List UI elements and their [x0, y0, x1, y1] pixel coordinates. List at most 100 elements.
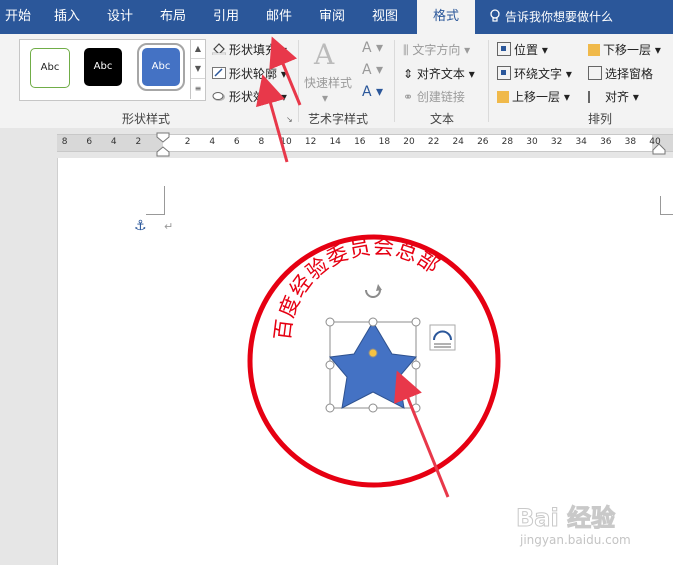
tab-review[interactable]: 审阅 — [309, 0, 355, 34]
align-button[interactable]: 对齐 ▾ — [588, 88, 639, 105]
shape-style-swatch-blue[interactable]: Abc — [137, 43, 185, 91]
watermark-logo: Bai 经验 — [515, 504, 616, 533]
shape-fill-label: 形状填充 — [229, 43, 278, 57]
align-label: 对齐 — [605, 90, 630, 104]
group-divider — [394, 40, 395, 122]
shape-effects-icon — [212, 92, 225, 101]
margin-mark-left — [146, 186, 165, 215]
text-direction-label: 文字方向 — [412, 43, 461, 57]
create-link-label: 创建链接 — [416, 90, 465, 104]
ruler-number: 6 — [233, 137, 240, 147]
shape-effects-label: 形状效果 — [229, 90, 278, 104]
selection-pane-icon — [588, 66, 602, 80]
position-label: 位置 — [514, 43, 539, 57]
ruler-number: 4 — [110, 137, 117, 147]
shape-style-gallery: Abc Abc Abc — [19, 39, 206, 101]
anchor-icon[interactable]: ⚓ — [134, 218, 147, 234]
tell-me-box[interactable]: 告诉我你想要做什么 — [489, 0, 613, 34]
tab-mailings[interactable]: 邮件 — [256, 0, 302, 34]
ribbon-format: Abc Abc Abc ▲ ▼ ≡ 形状填充 ▾ 形状轮廓 ▾ 形状效果 ▾ 形… — [0, 34, 673, 129]
send-backward-icon — [588, 44, 600, 56]
tab-view[interactable]: 视图 — [362, 0, 408, 34]
ruler-number: 18 — [378, 137, 391, 147]
tell-me-text: 告诉我你想要做什么 — [505, 10, 614, 24]
wrap-text-button[interactable]: 环绕文字 ▾ — [497, 65, 572, 82]
ruler-number: 26 — [477, 137, 489, 147]
ruler-number: 2 — [184, 137, 191, 147]
align-text-label: 对齐文本 — [416, 67, 465, 81]
right-indent-marker-icon[interactable] — [652, 142, 666, 156]
position-button[interactable]: 位置 ▾ — [497, 41, 548, 58]
tab-format[interactable]: 格式 — [417, 0, 475, 34]
link-icon: ⚭ — [403, 90, 417, 104]
ruler-number: 14 — [329, 137, 341, 147]
text-direction-button[interactable]: ⫼ 文字方向 ▾ — [403, 41, 470, 58]
ruler-number: 8 — [258, 137, 265, 147]
text-direction-icon: ⫼ — [403, 43, 413, 57]
ruler-number: 36 — [600, 137, 612, 147]
shape-style-swatch-outline[interactable]: Abc — [30, 48, 70, 88]
ruler-number: 38 — [624, 137, 637, 147]
ruler-strip[interactable]: 8 6 4 2 2 4 6 8 10 12 14 16 18 20 22 24 26 28 30 32 34 36 38 40 — [57, 134, 673, 152]
selection-pane-button[interactable]: 选择窗格 — [588, 65, 653, 82]
bring-forward-button[interactable]: 上移一层 ▾ — [497, 88, 570, 105]
gallery-down-icon[interactable]: ▼ — [191, 59, 205, 79]
shape-outline-button[interactable]: 形状轮廓 ▾ — [212, 65, 287, 82]
ruler-number: 34 — [575, 137, 587, 147]
create-link-button[interactable]: ⚭ 创建链接 — [403, 88, 465, 105]
ruler-number: 4 — [209, 137, 216, 147]
text-fill-icon[interactable]: A ▾ — [362, 40, 383, 56]
paint-bucket-icon — [212, 43, 226, 55]
gallery-up-icon[interactable]: ▲ — [191, 39, 205, 59]
horizontal-ruler: 8 6 4 2 2 4 6 8 10 12 14 16 18 20 22 24 26 28 30 32 34 36 38 40 — [0, 128, 673, 158]
watermark-url: jingyan.baidu.com — [520, 533, 631, 547]
wordart-a-icon: A — [314, 38, 335, 71]
dialog-launcher-icon[interactable]: ↘ — [286, 115, 293, 124]
shape-style-swatch-black[interactable]: Abc — [84, 48, 122, 86]
lightbulb-icon — [490, 9, 500, 22]
position-icon — [497, 42, 511, 56]
ruler-number: 28 — [501, 137, 514, 147]
tab-insert[interactable]: 插入 — [44, 0, 90, 34]
tab-layout[interactable]: 布局 — [150, 0, 196, 34]
ruler-number: 30 — [526, 137, 538, 147]
ruler-number: 22 — [427, 137, 440, 147]
ruler-number: 12 — [304, 137, 317, 147]
ruler-number: 20 — [403, 137, 415, 147]
gallery-more-icon[interactable]: ≡ — [191, 79, 205, 98]
margin-mark-right — [660, 196, 673, 215]
send-backward-label: 下移一层 — [603, 43, 652, 57]
quick-styles-label: 快速样式 — [304, 76, 353, 90]
gallery-scroll[interactable]: ▲ ▼ ≡ — [190, 39, 205, 99]
tab-design[interactable]: 设计 — [97, 0, 143, 34]
indent-marker-icon[interactable] — [156, 132, 170, 158]
ruler-number: 32 — [550, 137, 563, 147]
tab-references[interactable]: 引用 — [203, 0, 249, 34]
shape-outline-label: 形状轮廓 — [229, 67, 278, 81]
ruler-number: 16 — [354, 137, 366, 147]
ruler-number: 8 — [61, 137, 68, 147]
shape-styles-group-label: 形状样式 — [122, 112, 171, 126]
tab-home[interactable]: 开始 — [0, 0, 36, 34]
bring-forward-label: 上移一层 — [512, 90, 561, 104]
selection-pane-label: 选择窗格 — [605, 67, 654, 81]
shape-fill-button[interactable]: 形状填充 ▾ — [212, 41, 287, 58]
paragraph-mark-icon: ↵ — [164, 220, 174, 233]
wrap-text-icon — [497, 66, 511, 80]
group-divider — [488, 40, 489, 122]
align-text-button[interactable]: ⇕ 对齐文本 ▾ — [403, 65, 475, 82]
text-group-label: 文本 — [430, 112, 455, 126]
ruler-number: 24 — [452, 137, 464, 147]
text-outline-icon[interactable]: A ▾ — [362, 62, 383, 78]
text-effects-icon[interactable]: A ▾ — [362, 84, 383, 100]
wrap-text-label: 环绕文字 — [514, 67, 563, 81]
ribbon-tab-bar: 开始 插入 设计 布局 引用 邮件 审阅 视图 格式 告诉我你想要做什么 — [0, 0, 673, 34]
quick-styles-button[interactable]: 快速样式 ▾ — [304, 74, 352, 105]
shape-effects-button[interactable]: 形状效果 ▾ — [212, 88, 287, 105]
wordart-group-label: 艺术字样式 — [308, 112, 369, 126]
ruler-number: 2 — [135, 137, 142, 147]
bring-forward-icon — [497, 91, 509, 103]
send-backward-button[interactable]: 下移一层 ▾ — [588, 41, 661, 58]
align-icon — [588, 91, 602, 103]
pen-icon — [212, 67, 226, 79]
